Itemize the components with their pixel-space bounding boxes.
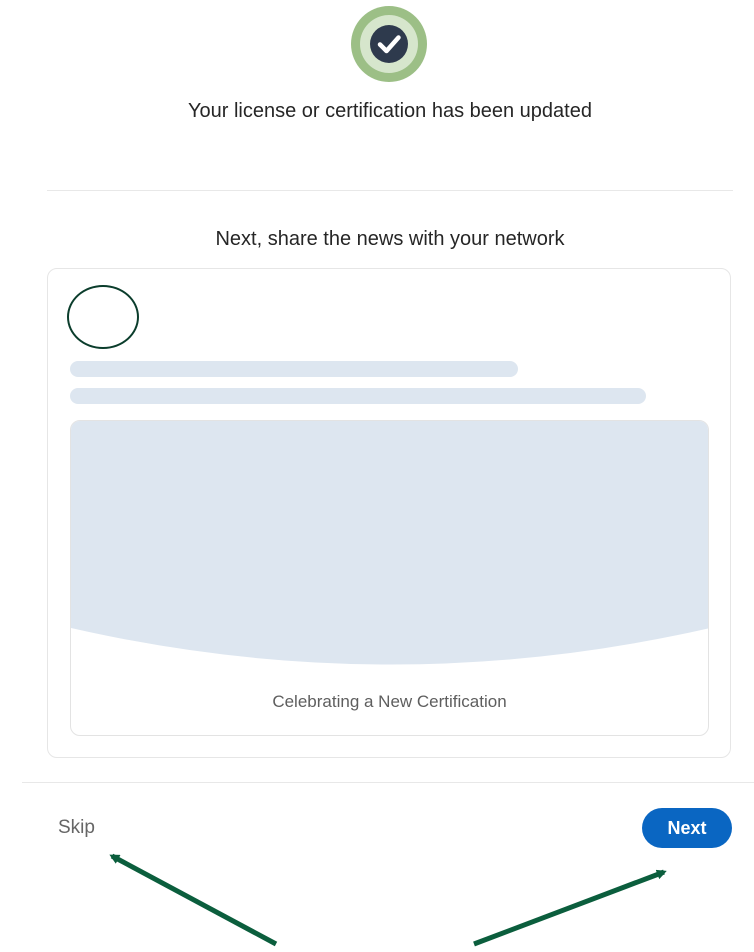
confirmation-message: Your license or certification has been u… xyxy=(188,100,592,122)
divider xyxy=(22,782,754,783)
next-button[interactable]: Next xyxy=(642,808,732,848)
media-caption: Celebrating a New Certification xyxy=(272,692,507,711)
divider xyxy=(47,190,733,191)
share-certification-dialog: Your license or certification has been u… xyxy=(0,0,754,952)
media-preview: Celebrating a New Certification xyxy=(70,420,709,736)
avatar-placeholder xyxy=(67,285,139,349)
text-placeholder-line xyxy=(70,361,518,377)
arrow-icon xyxy=(109,853,278,947)
arrow-icon xyxy=(473,869,667,947)
media-banner-image xyxy=(71,421,708,665)
skip-button[interactable]: Skip xyxy=(58,817,95,839)
text-placeholder-line xyxy=(70,388,646,404)
share-heading: Next, share the news with your network xyxy=(215,228,565,250)
checkmark-circle-icon xyxy=(351,6,427,82)
